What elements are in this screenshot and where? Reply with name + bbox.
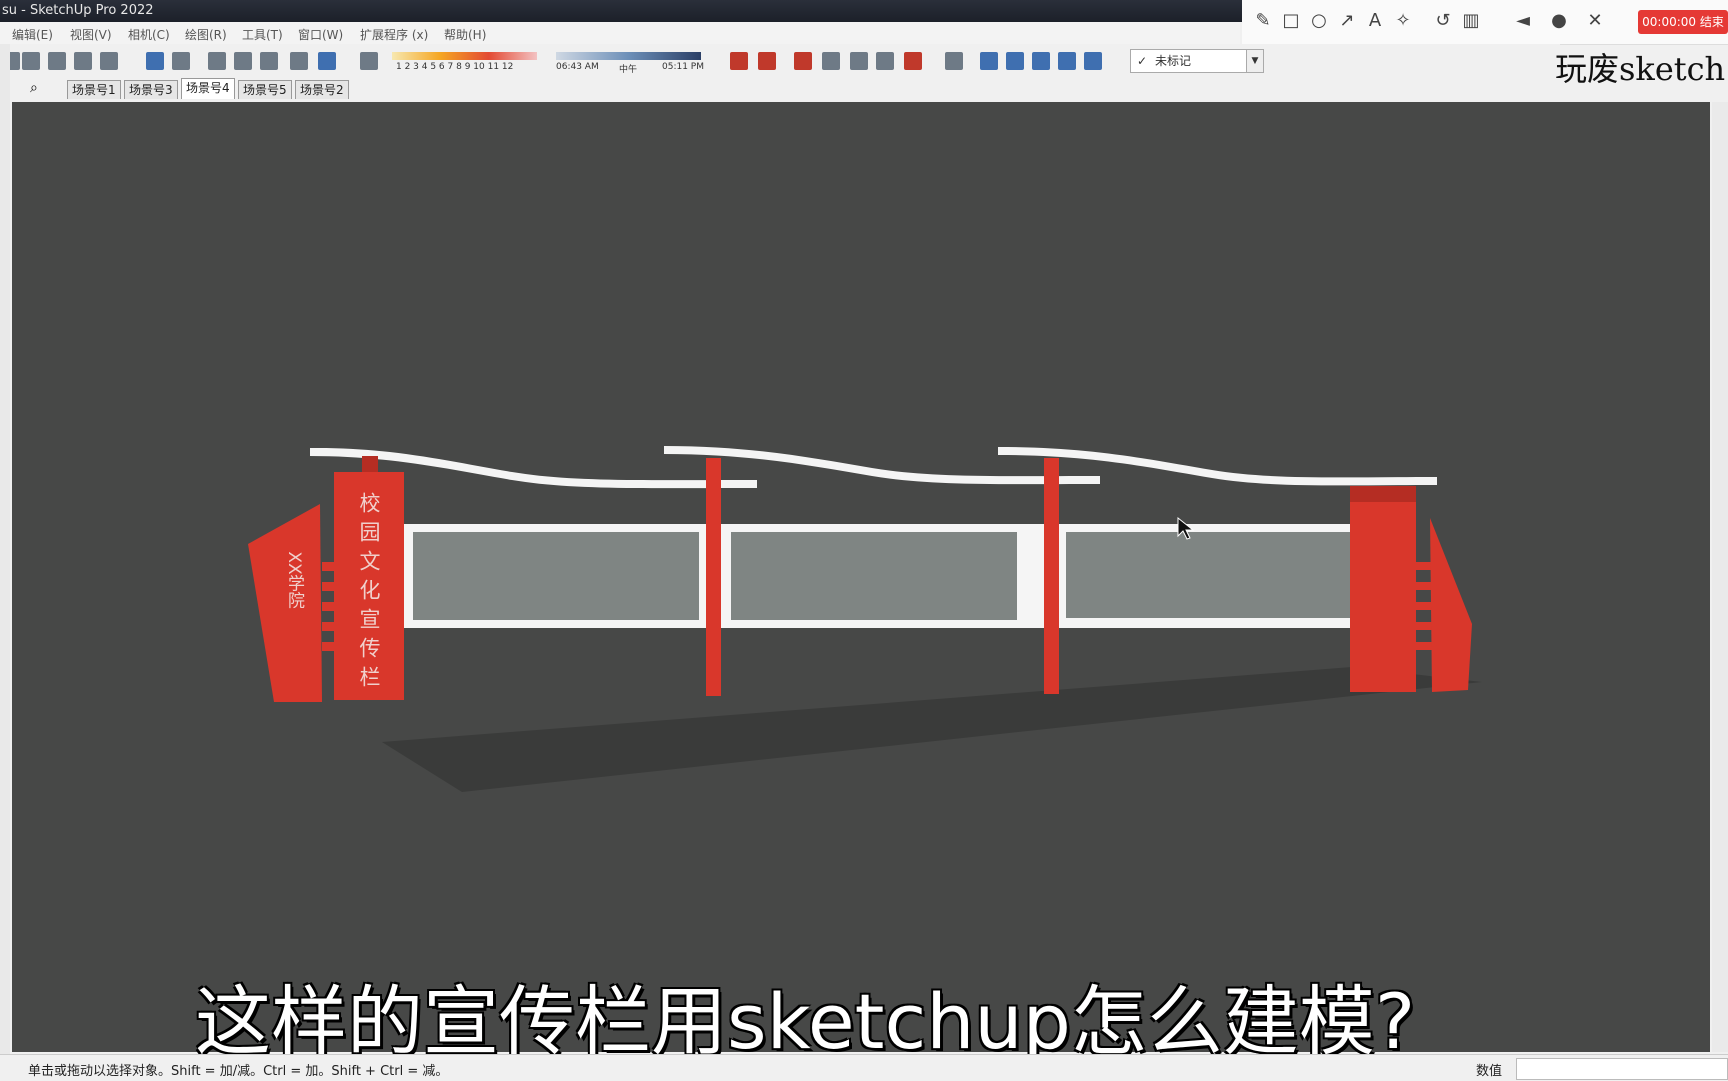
shaded-style-icon[interactable] [260, 52, 278, 70]
model-drawing: XX学院 校园文化宣传栏 [248, 446, 1482, 792]
menu-edit[interactable]: 编辑(E) [12, 26, 53, 43]
magic-wand-icon[interactable]: ✧ [1392, 10, 1414, 32]
shadow-time-mid: 中午 [619, 65, 638, 75]
check-icon: ✓ [1137, 54, 1148, 68]
tab-scene-2[interactable]: 场景号2 [295, 80, 349, 99]
post-cap [1350, 486, 1416, 502]
display-board [413, 532, 699, 620]
circle-icon[interactable]: ○ [1308, 10, 1330, 32]
xray-style-icon[interactable] [146, 52, 164, 70]
shadow-time-end: 05:11 PM [662, 62, 704, 72]
warehouse-icon[interactable] [48, 52, 66, 70]
menu-extensions[interactable]: 扩展程序 (x) [360, 26, 428, 43]
menu-camera[interactable]: 相机(C) [128, 26, 170, 43]
tag-dropdown[interactable]: ✓ 未标记 ▼ [1130, 49, 1264, 73]
backedge-style-icon[interactable] [172, 52, 190, 70]
shadow-time-start: 06:43 AM [556, 62, 599, 72]
house-icon[interactable] [74, 52, 92, 70]
display-board [1066, 532, 1355, 618]
model-viewport[interactable]: XX学院 校园文化宣传栏 [12, 102, 1710, 1052]
trash-icon[interactable]: ▥ [1460, 10, 1482, 32]
default-tray-panel[interactable] [1712, 102, 1728, 1052]
tag-selected-label: 未标记 [1155, 54, 1192, 68]
search-icon[interactable]: ⌕ [30, 80, 38, 96]
right-small-panel [1430, 518, 1472, 692]
tab-scene-5[interactable]: 场景号5 [238, 80, 292, 99]
right-tall-post [1350, 486, 1416, 692]
sandbox-contour-icon[interactable] [794, 52, 812, 70]
split-icon[interactable] [1084, 52, 1102, 70]
status-hint: 单击或拖动以选择对象。Shift = 加/减。Ctrl = 加。Shift + … [28, 1064, 449, 1079]
store-icon[interactable] [100, 52, 118, 70]
tab-scene-1[interactable]: 场景号1 [67, 80, 121, 99]
menu-view[interactable]: 视图(V) [70, 26, 112, 43]
close-icon[interactable]: ✕ [1584, 10, 1606, 32]
microphone-icon[interactable]: ● [1548, 10, 1570, 32]
arrow-icon[interactable]: ↗ [1336, 10, 1358, 32]
menu-tools[interactable]: 工具(T) [242, 26, 283, 43]
intersect-icon[interactable] [1032, 52, 1050, 70]
middle-post [706, 458, 721, 696]
pencil-icon[interactable]: ✎ [1252, 10, 1274, 32]
shadow-date-slider[interactable] [392, 52, 537, 60]
monochrome-style-icon[interactable] [318, 52, 336, 70]
window-title: su - SketchUp Pro 2022 [2, 3, 154, 18]
tab-scene-4[interactable]: 场景号4 [181, 78, 235, 99]
status-bar: 单击或拖动以选择对象。Shift = 加/减。Ctrl = 加。Shift + … [0, 1054, 1728, 1081]
main-toolbar [0, 44, 1560, 78]
chevron-down-icon[interactable]: ▼ [1246, 50, 1263, 72]
subtract-icon[interactable] [1006, 52, 1024, 70]
stamp-icon[interactable] [876, 52, 894, 70]
display-board [731, 532, 1017, 620]
union-icon[interactable] [980, 52, 998, 70]
trim-icon[interactable] [1058, 52, 1076, 70]
measurements-label: 数值 [1476, 1064, 1503, 1079]
connector-bar [1416, 642, 1434, 650]
shadow-toggle-icon[interactable] [360, 52, 378, 70]
post-cap [362, 456, 378, 474]
smoove-icon[interactable] [850, 52, 868, 70]
ground-shadow [382, 667, 1482, 792]
menu-help[interactable]: 帮助(H) [444, 26, 486, 43]
menu-window[interactable]: 窗口(W) [298, 26, 343, 43]
menu-draw[interactable]: 绘图(R) [185, 26, 227, 43]
record-end-button[interactable]: 00:00:00 结束 [1638, 10, 1728, 34]
drape-icon[interactable] [904, 52, 922, 70]
tab-scene-3[interactable]: 场景号3 [124, 80, 178, 99]
textured-style-icon[interactable] [290, 52, 308, 70]
wireframe-style-icon[interactable] [208, 52, 226, 70]
shadow-months-label: 1 2 3 4 5 6 7 8 9 10 11 12 [396, 62, 514, 72]
sandbox-scratch-icon[interactable] [822, 52, 840, 70]
small-panel-text: XX学院 [284, 551, 304, 608]
measurements-input[interactable] [1516, 1058, 1728, 1080]
left-tool-palette[interactable] [0, 44, 10, 1054]
section-cut-icon[interactable] [758, 52, 776, 70]
text-icon[interactable]: A [1364, 10, 1386, 32]
speaker-icon[interactable]: ◄ [1512, 10, 1534, 32]
section-plane-icon[interactable] [730, 52, 748, 70]
solid-tools-icon[interactable] [945, 52, 963, 70]
rectangle-icon[interactable]: □ [1280, 10, 1302, 32]
menu-bar: 编辑(E) 视图(V) 相机(C) 绘图(R) 工具(T) 窗口(W) 扩展程序… [0, 22, 1240, 44]
scene-tabs: ⌕ 场景号1 场景号3 场景号4 场景号5 场景号2 [0, 78, 1560, 100]
shadow-time-slider[interactable] [556, 52, 701, 60]
left-post-text: 校园文化宣传栏 [357, 492, 381, 695]
hiddenline-style-icon[interactable] [234, 52, 252, 70]
undo-icon[interactable]: ↺ [1432, 10, 1454, 32]
brand-watermark: 玩废sketch [1555, 50, 1726, 88]
home-icon[interactable] [22, 52, 40, 70]
middle-post [1044, 458, 1059, 694]
